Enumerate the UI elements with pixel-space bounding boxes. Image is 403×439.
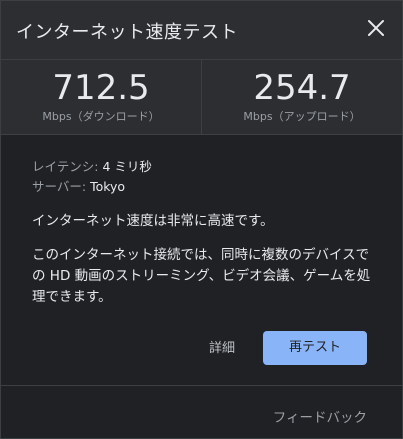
speed-detail-text: このインターネット接続では、同時に複数のデバイスでの HD 動画のストリーミング…: [32, 247, 371, 305]
speed-summary: インターネット速度は非常に高速です。: [32, 213, 274, 229]
dialog-title: インターネット速度テスト: [16, 22, 238, 43]
speed-results: 712.5 Mbps（ダウンロード） 254.7 Mbps（アップロード）: [1, 59, 402, 135]
feedback-link[interactable]: フィードバック: [273, 408, 367, 428]
upload-speed: 254.7: [253, 68, 351, 108]
latency-line: レイテンシ: 4 ミリ秒: [32, 157, 382, 177]
latency-label: レイテンシ:: [32, 159, 103, 174]
close-button[interactable]: [364, 16, 388, 40]
result-details: レイテンシ: 4 ミリ秒 サーバー: Tokyo インターネット速度は非常に高速…: [32, 157, 382, 308]
retest-button[interactable]: 再テスト: [263, 331, 367, 365]
dialog-header: インターネット速度テスト: [1, 1, 402, 59]
server-value: Tokyo: [90, 179, 126, 194]
footer-divider: [1, 385, 402, 386]
download-speed: 712.5: [52, 68, 150, 108]
latency-value: 4 ミリ秒: [102, 159, 152, 174]
download-unit-label: Mbps（ダウンロード）: [42, 110, 160, 123]
details-link[interactable]: 詳細: [209, 340, 235, 358]
upload-unit-label: Mbps（アップロード）: [243, 110, 361, 123]
download-result: 712.5 Mbps（ダウンロード）: [1, 60, 201, 134]
close-icon: [368, 20, 384, 36]
upload-result: 254.7 Mbps（アップロード）: [202, 60, 402, 134]
server-line: サーバー: Tokyo: [32, 177, 382, 197]
speed-test-dialog: インターネット速度テスト 712.5 Mbps（ダウンロード） 254.7 Mb…: [0, 0, 403, 439]
server-label: サーバー:: [32, 179, 91, 194]
